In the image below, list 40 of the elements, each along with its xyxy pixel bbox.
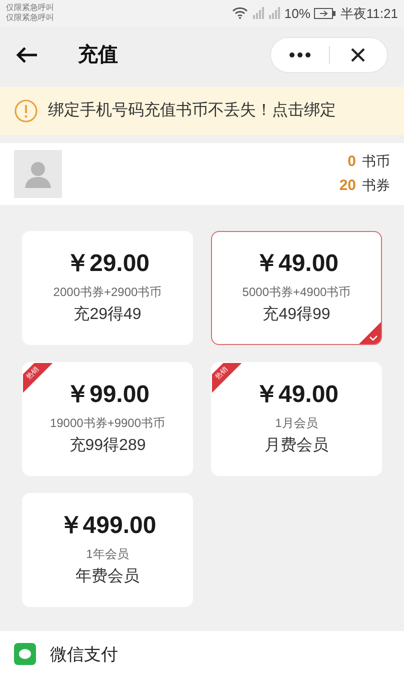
package-name: 充49得99 bbox=[262, 304, 330, 326]
wifi-icon bbox=[232, 7, 248, 20]
price: ￥49.00 bbox=[254, 380, 339, 410]
notice-bar[interactable]: 绑定手机号码充值书币不丢失！点击绑定 bbox=[0, 87, 404, 135]
avatar-icon bbox=[14, 150, 62, 198]
carrier-text: 仅限紧急呼叫 bbox=[6, 3, 54, 14]
check-corner-icon bbox=[359, 322, 381, 344]
balance-amount: 20 bbox=[339, 176, 356, 196]
balance-unit: 书券 bbox=[362, 176, 390, 196]
page-title: 充值 bbox=[78, 42, 119, 68]
package-card[interactable]: ￥499.00 1年会员 年费会员 bbox=[22, 493, 193, 608]
package-detail: 1月会员 bbox=[275, 415, 318, 432]
signal-icon bbox=[252, 7, 264, 20]
package-card[interactable]: ￥49.00 5000书券+4900书币 充49得99 bbox=[211, 231, 382, 346]
balance-amount: 0 bbox=[348, 152, 356, 172]
clock: 半夜11:21 bbox=[340, 4, 398, 23]
battery-icon bbox=[314, 8, 336, 19]
package-name: 充99得289 bbox=[69, 436, 146, 456]
payment-label: 微信支付 bbox=[50, 644, 118, 666]
signal-icon bbox=[268, 7, 280, 20]
package-name: 年费会员 bbox=[76, 566, 140, 588]
package-name: 充29得49 bbox=[74, 304, 142, 326]
package-detail: 2000书券+2900书币 bbox=[53, 284, 162, 302]
price: ￥29.00 bbox=[65, 249, 150, 280]
package-name: 月费会员 bbox=[264, 436, 328, 456]
balance-unit: 书币 bbox=[362, 152, 390, 171]
back-icon[interactable] bbox=[16, 46, 38, 64]
battery-percent: 10% bbox=[284, 4, 310, 23]
carrier-text: 仅限紧急呼叫 bbox=[6, 13, 54, 24]
price: ￥99.00 bbox=[65, 380, 150, 410]
package-detail: 19000书券+9900书币 bbox=[50, 415, 166, 432]
package-detail: 1年会员 bbox=[86, 546, 129, 564]
price: ￥499.00 bbox=[58, 511, 156, 542]
notice-text: 绑定手机号码充值书币不丢失！点击绑定 bbox=[48, 100, 336, 122]
package-card[interactable]: ￥29.00 2000书券+2900书币 充29得49 bbox=[22, 231, 193, 346]
price: ￥49.00 bbox=[254, 249, 339, 280]
chat-icon bbox=[14, 643, 36, 666]
warning-icon bbox=[14, 99, 38, 124]
payment-row[interactable]: 微信支付 bbox=[0, 631, 404, 677]
package-detail: 5000书券+4900书币 bbox=[242, 284, 351, 302]
